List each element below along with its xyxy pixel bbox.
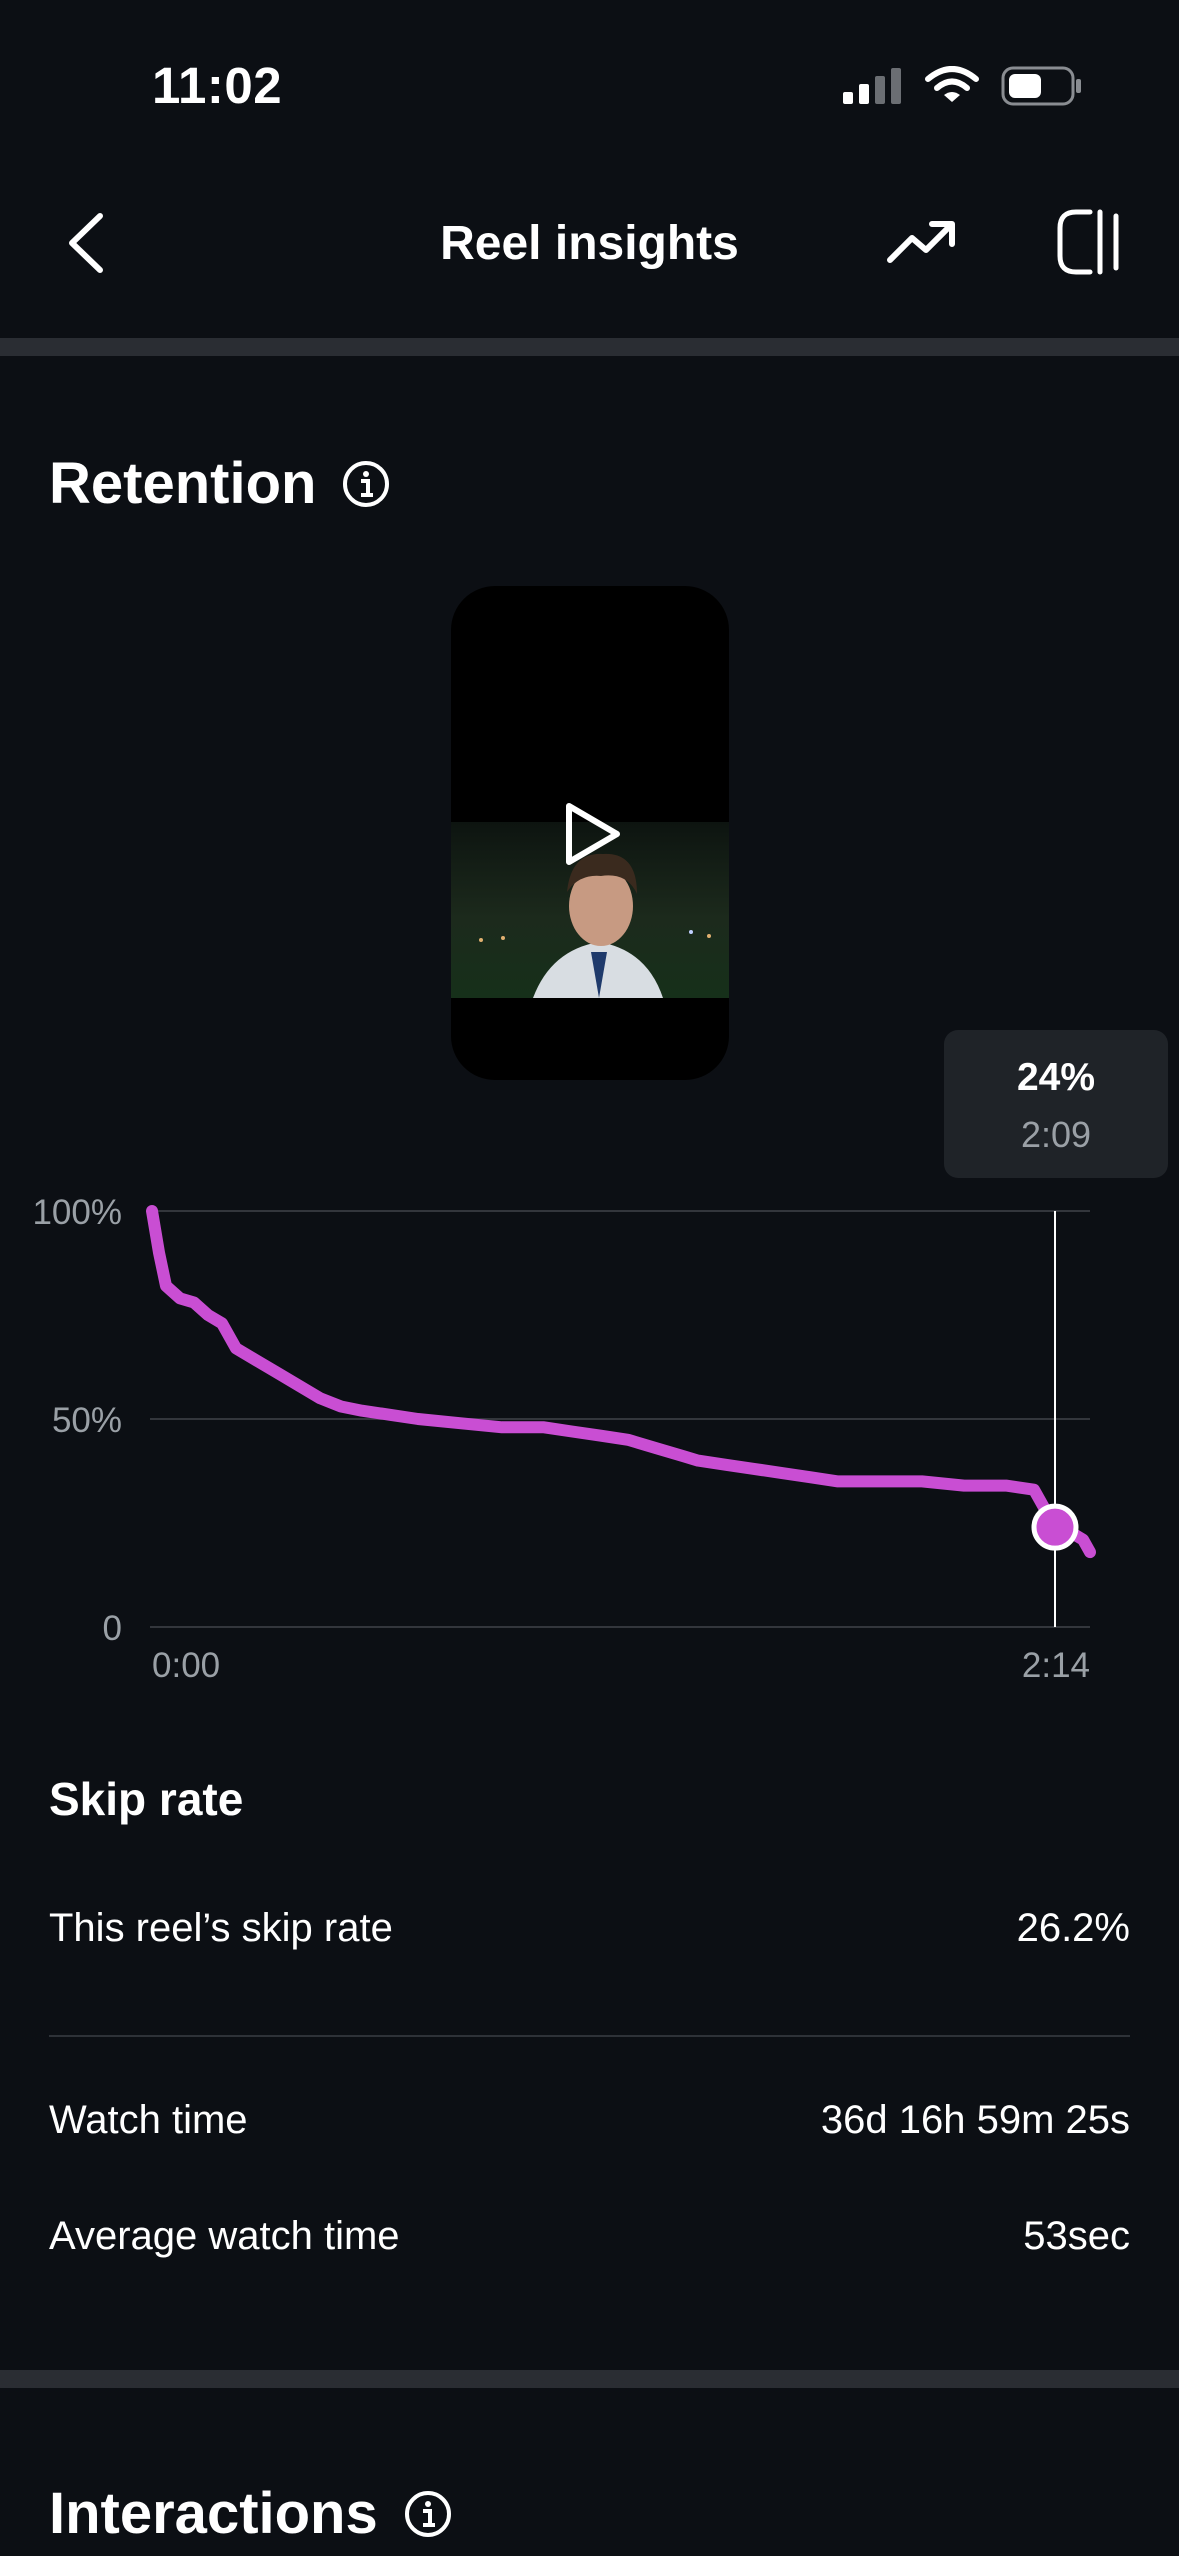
tooltip-percent: 24%	[1016, 1056, 1096, 1099]
retention-header: Retention	[49, 450, 390, 517]
skip-rate-label: This reel’s skip rate	[49, 1906, 393, 1950]
avg-watch-time-label: Average watch time	[49, 2214, 400, 2258]
play-icon[interactable]	[555, 798, 627, 870]
scrub-marker	[1031, 1503, 1079, 1551]
skip-rate-title: Skip rate	[49, 1773, 244, 1825]
retention-chart[interactable]: 100% 50% 0 0:00 2:14	[0, 1180, 1179, 1700]
interactions-title: Interactions	[49, 2481, 378, 2546]
reel-insights-screen: 11:02 Reel insights Retention 24% 2:09 1…	[0, 0, 1179, 2556]
info-icon[interactable]	[404, 2490, 452, 2538]
info-icon[interactable]	[342, 460, 390, 508]
skip-rate-value: 26.2%	[1016, 1906, 1130, 1950]
page-title: Reel insights	[440, 217, 739, 270]
top-nav: Reel insights	[0, 190, 1179, 300]
reel-video-thumbnail[interactable]	[451, 586, 729, 1080]
watch-time-value: 36d 16h 59m 25s	[820, 2098, 1130, 2142]
signal-icon	[843, 68, 901, 104]
y-tick-label: 0	[103, 1609, 122, 1648]
retention-line	[146, 1205, 1096, 1559]
sidebar-toggle-icon[interactable]	[1054, 206, 1126, 278]
status-icons	[843, 62, 1083, 110]
y-tick-label: 100%	[32, 1193, 122, 1232]
retention-title: Retention	[49, 451, 317, 516]
row-divider	[49, 2035, 1130, 2037]
retention-tooltip: 24% 2:09	[944, 1030, 1168, 1178]
watch-time-row: Watch time 36d 16h 59m 25s	[49, 2098, 1130, 2143]
avg-watch-time-row: Average watch time 53sec	[49, 2214, 1130, 2259]
trending-up-icon[interactable]	[886, 218, 956, 266]
x-tick-label: 2:14	[1022, 1646, 1090, 1685]
section-divider	[0, 2370, 1179, 2388]
section-divider	[0, 338, 1179, 356]
avg-watch-time-value: 53sec	[1023, 2214, 1130, 2258]
skip-rate-row: This reel’s skip rate 26.2%	[49, 1906, 1130, 1951]
y-tick-label: 50%	[52, 1401, 122, 1440]
status-time: 11:02	[152, 57, 283, 114]
tooltip-time: 2:09	[1020, 1114, 1092, 1155]
interactions-header: Interactions	[49, 2480, 452, 2547]
battery-icon	[1001, 66, 1081, 106]
watch-time-label: Watch time	[49, 2098, 248, 2142]
wifi-icon	[925, 66, 979, 102]
x-tick-label: 0:00	[152, 1646, 220, 1685]
